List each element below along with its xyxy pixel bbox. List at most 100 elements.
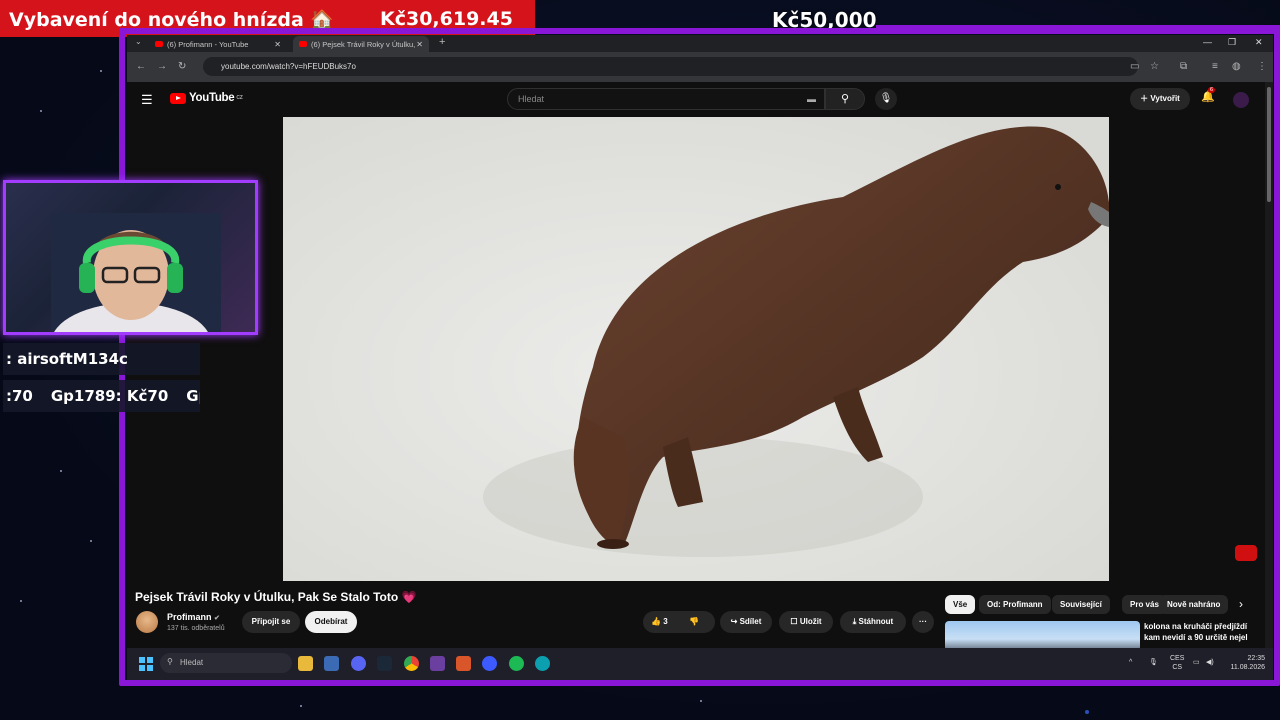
join-button[interactable]: Připojit se xyxy=(242,611,300,633)
clock-time: 22:35 xyxy=(1247,655,1265,662)
video-player[interactable] xyxy=(283,117,1109,581)
download-label: Stáhnout xyxy=(858,617,894,626)
save-button[interactable]: ☐ Uložit xyxy=(779,611,833,633)
profile-icon[interactable]: ◍ xyxy=(1232,61,1241,72)
close-window-icon[interactable]: ✕ xyxy=(1255,37,1263,48)
region-code: CZ xyxy=(236,95,243,101)
tray-chevron-icon[interactable]: ^ xyxy=(1129,658,1132,667)
media-icon[interactable]: ≡ xyxy=(1212,61,1218,72)
video-frame-dog xyxy=(283,117,1109,581)
file-explorer-icon[interactable] xyxy=(298,656,313,671)
donation-ticker: :70 Gp1789: Kč70 Gp17 xyxy=(3,380,200,412)
like-count: 3 xyxy=(663,617,668,626)
tab-bar: ⌄ (6) Profimann - YouTube ✕ (6) Pejsek T… xyxy=(127,35,1273,52)
chips-next-icon[interactable]: › xyxy=(1239,597,1243,611)
recommended-thumbnail[interactable] xyxy=(945,621,1140,651)
ticker-item: Gp17 xyxy=(186,387,200,405)
goal-amount: Kč30,619.45 xyxy=(380,8,513,30)
search-icon: ⚲ xyxy=(840,93,850,105)
tab-profimann[interactable]: (6) Profimann - YouTube ✕ xyxy=(149,36,287,52)
chrome-icon[interactable] xyxy=(404,656,419,671)
tab-list-icon[interactable]: ⌄ xyxy=(135,37,142,46)
notification-count: 6 xyxy=(1208,87,1216,93)
youtube-favicon-icon xyxy=(155,41,163,47)
clock-date: 11.08.2026 xyxy=(1230,664,1265,671)
share-label: Sdílet xyxy=(739,617,762,626)
cast-icon[interactable]: ▭ xyxy=(1130,61,1139,72)
lang-code: CES xyxy=(1170,655,1185,662)
youtube-favicon-icon xyxy=(299,41,307,47)
chip-recently-uploaded[interactable]: Nově nahráno xyxy=(1159,595,1229,614)
chip-related[interactable]: Související xyxy=(1052,595,1110,614)
youtube-play-icon xyxy=(170,92,186,104)
spotify-icon[interactable] xyxy=(509,656,524,671)
channel-avatar[interactable] xyxy=(136,611,158,633)
chip-from-channel[interactable]: Od: Profimann xyxy=(979,595,1051,614)
chip-all[interactable]: Vše xyxy=(945,595,976,614)
chat-username: : airsoftM134c xyxy=(6,350,128,368)
create-button[interactable]: ＋ Vytvořit xyxy=(1130,88,1190,110)
webcam-overlay xyxy=(3,180,258,335)
share-button[interactable]: ↪ Sdílet xyxy=(720,611,772,633)
youtube-watermark-icon xyxy=(1235,545,1257,561)
edge-icon[interactable] xyxy=(535,656,550,671)
forward-icon[interactable]: → xyxy=(157,61,167,72)
lang-layout: CS xyxy=(1172,664,1183,671)
channel-name[interactable]: Profimann ✔ xyxy=(167,612,220,622)
colorful-app-icon[interactable] xyxy=(456,656,471,671)
chat-alert: : airsoftM134c xyxy=(3,343,200,375)
voice-search-button[interactable]: 🎙 xyxy=(875,88,897,110)
save-label: Uložit xyxy=(799,617,822,626)
youtube-logo[interactable]: YouTube CZ xyxy=(170,92,243,104)
tray-mic-icon[interactable]: 🎙 xyxy=(1149,658,1158,667)
hamburger-menu-icon[interactable]: ☰ xyxy=(141,92,153,108)
stream-canvas: Vybavení do nového hnízda 🏠 Kč30,619.45 … xyxy=(0,0,1280,720)
volume-icon[interactable]: ◀) xyxy=(1206,658,1214,667)
new-tab-button[interactable]: + xyxy=(439,36,445,48)
reload-icon[interactable]: ↻ xyxy=(178,61,186,72)
address-bar[interactable]: youtube.com/watch?v=hFEUDBuks7o xyxy=(203,57,1138,76)
discord-icon[interactable] xyxy=(351,656,366,671)
bookmark-star-icon[interactable]: ☆ xyxy=(1150,61,1159,72)
more-actions-button[interactable]: ··· xyxy=(912,611,934,633)
clock[interactable]: 22:35 11.08.2026 xyxy=(1225,654,1265,672)
minimize-icon[interactable]: — xyxy=(1203,37,1212,47)
search-input[interactable]: Hledat ▬ xyxy=(507,88,825,110)
like-dislike-group: 👍 3 👎 xyxy=(643,611,715,633)
network-icon[interactable]: ▭ xyxy=(1193,658,1200,667)
game-app-icon[interactable] xyxy=(430,656,445,671)
menu-dots-icon[interactable]: ⋮ xyxy=(1257,61,1267,72)
ticker-item: :70 xyxy=(6,387,33,405)
verified-icon: ✔ xyxy=(214,615,220,622)
account-avatar[interactable] xyxy=(1233,92,1249,108)
close-tab-icon[interactable]: ✕ xyxy=(274,40,281,49)
subscribe-button[interactable]: Odebírat xyxy=(305,611,357,633)
close-tab-icon[interactable]: ✕ xyxy=(416,40,423,49)
streamer-webcam-image xyxy=(51,213,221,332)
extensions-icon[interactable]: ⧉ xyxy=(1180,61,1187,72)
back-icon[interactable]: ← xyxy=(136,61,146,72)
video-title: Pejsek Trávil Roky v Útulku, Pak Se Stal… xyxy=(135,590,417,604)
subscriber-count: 137 tis. odběratelů xyxy=(167,625,225,632)
scrollbar-thumb[interactable] xyxy=(1267,87,1271,202)
youtube-page: ☰ YouTube CZ Hledat ▬ ⚲ 🎙 ＋ Vytvořit 🔔 6 xyxy=(127,82,1273,680)
like-button[interactable]: 👍 3 xyxy=(651,611,668,633)
keyboard-icon[interactable]: ▬ xyxy=(807,94,816,104)
taskbar-search-input[interactable]: ⚲ Hledat xyxy=(160,653,292,673)
tab-video[interactable]: (6) Pejsek Trávil Roky v Útulku, ✕ xyxy=(293,36,429,52)
recommended-title[interactable]: kolona na kruháči předjíždí kam nevidí a… xyxy=(1144,621,1254,643)
search-icon: ⚲ xyxy=(167,657,173,666)
ticker-item: Gp1789: Kč70 xyxy=(50,387,169,405)
tab-label: (6) Profimann - YouTube xyxy=(167,39,249,49)
language-indicator[interactable]: CES CS xyxy=(1170,654,1184,672)
vpn-icon[interactable] xyxy=(482,656,497,671)
taskbar-search-placeholder: Hledat xyxy=(180,658,204,667)
dislike-icon[interactable]: 👎 xyxy=(689,611,699,633)
calculator-icon[interactable] xyxy=(324,656,339,671)
search-button[interactable]: ⚲ xyxy=(825,88,865,110)
start-windows-icon[interactable] xyxy=(139,657,153,671)
logo-text: YouTube xyxy=(189,92,235,104)
download-button[interactable]: ⤓ Stáhnout xyxy=(840,611,906,633)
steam-icon[interactable] xyxy=(377,656,392,671)
maximize-icon[interactable]: ❐ xyxy=(1228,37,1236,48)
